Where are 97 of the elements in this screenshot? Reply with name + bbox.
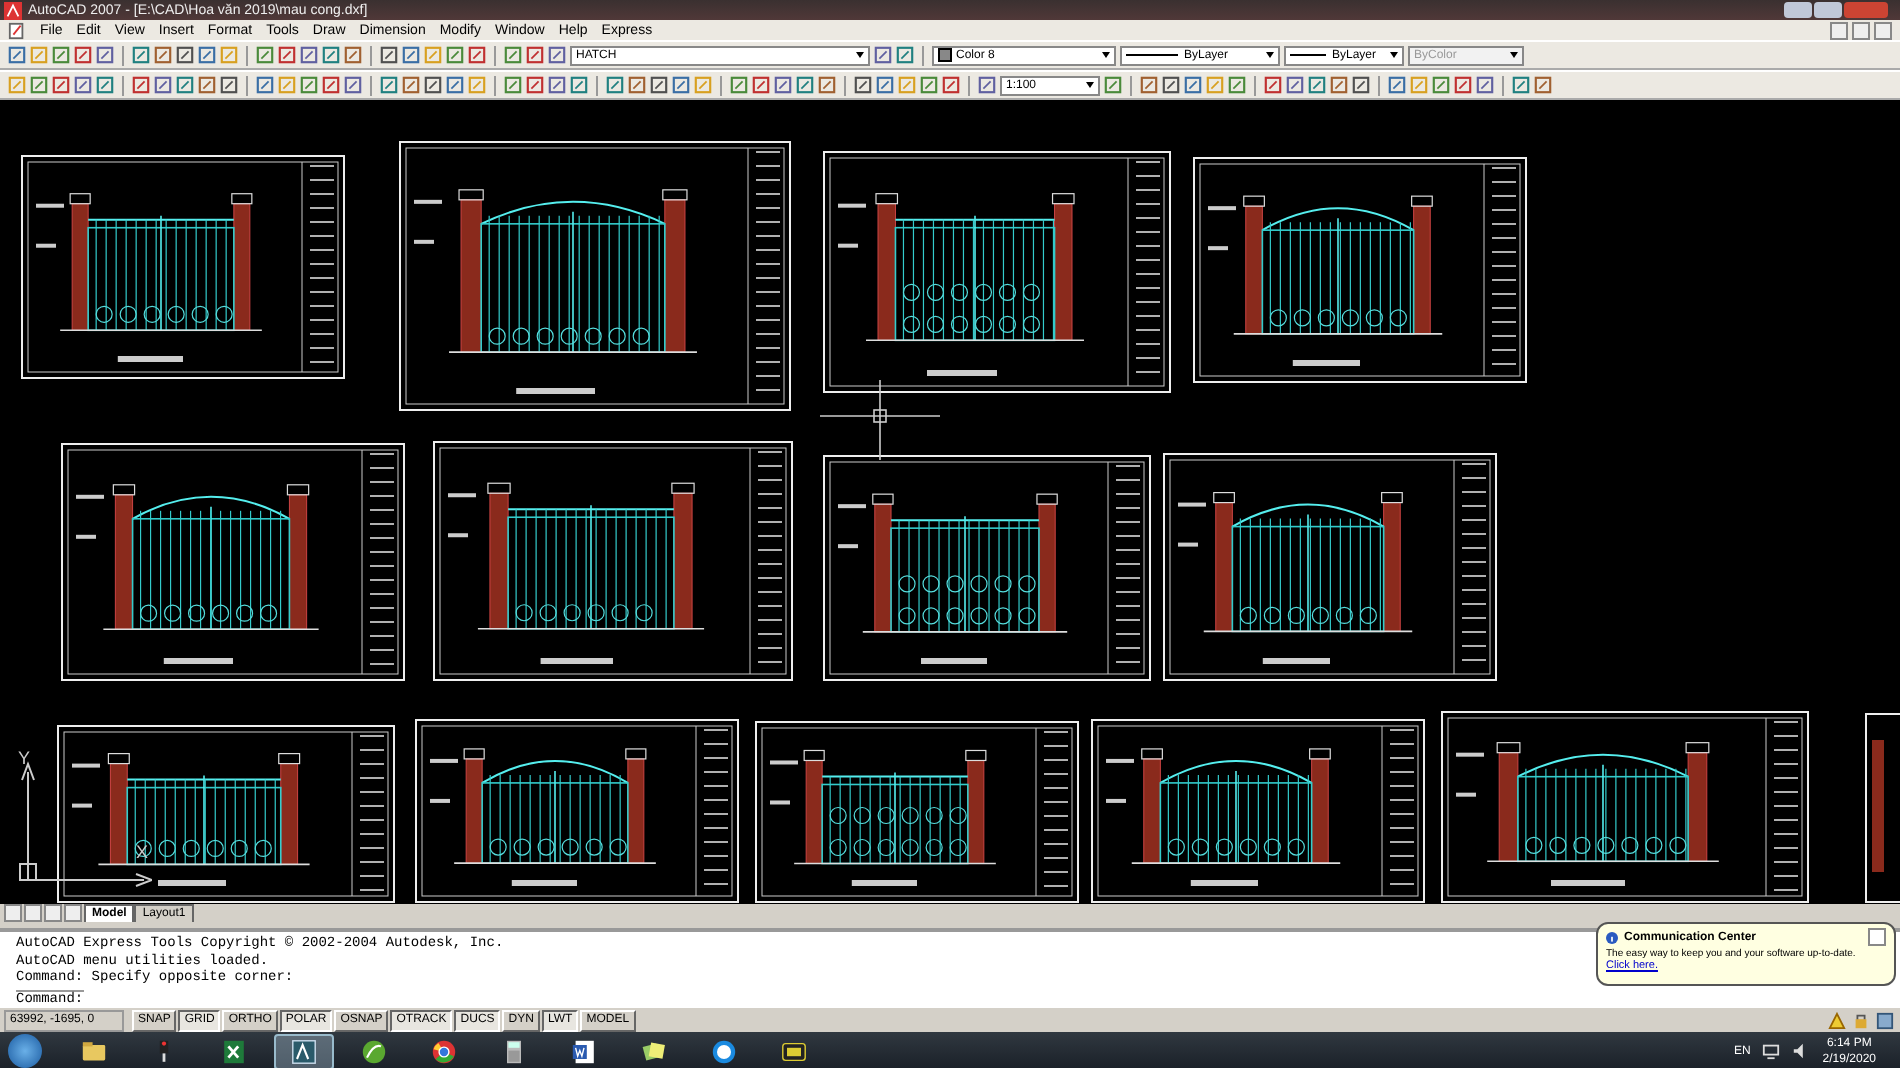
tool-icon[interactable] — [1388, 76, 1406, 94]
taskbar-app-button[interactable] — [274, 1033, 334, 1068]
tool-icon[interactable] — [752, 76, 770, 94]
tool-icon[interactable] — [504, 76, 522, 94]
tool-icon[interactable] — [132, 76, 150, 94]
tool-icon[interactable] — [628, 76, 646, 94]
tool-icon[interactable] — [570, 76, 588, 94]
chat-icon — [710, 1037, 738, 1065]
tool-icon[interactable] — [198, 46, 216, 64]
tool-icon[interactable] — [344, 76, 362, 94]
tool-icon[interactable] — [876, 76, 894, 94]
window-icon[interactable] — [1876, 1011, 1894, 1029]
minimize-button[interactable] — [1830, 21, 1848, 39]
tool-icon[interactable] — [1352, 76, 1370, 94]
cad-app-icon — [290, 1037, 318, 1065]
tool-icon[interactable] — [1104, 76, 1122, 94]
tool-icon[interactable] — [8, 46, 26, 64]
tool-icon[interactable] — [154, 46, 172, 64]
tool-icon[interactable] — [30, 76, 48, 94]
app-icon — [4, 1, 22, 19]
crosshair-cursor — [820, 380, 940, 460]
tool-icon[interactable] — [854, 76, 872, 94]
tool-icon[interactable] — [1162, 76, 1180, 94]
tool-icon[interactable] — [1432, 76, 1450, 94]
tool-icon[interactable] — [322, 76, 340, 94]
tool-icon[interactable] — [978, 76, 996, 94]
tool-icon[interactable] — [74, 46, 92, 64]
tool-icon[interactable] — [1264, 76, 1282, 94]
tool-icon[interactable] — [74, 76, 92, 94]
folder-icon — [80, 1037, 108, 1065]
tool-icon[interactable] — [920, 76, 938, 94]
close-button[interactable] — [1874, 21, 1892, 39]
tool-icon[interactable] — [526, 76, 544, 94]
tool-icon[interactable] — [154, 76, 172, 94]
tool-icon[interactable] — [548, 46, 566, 64]
tool-icon[interactable] — [796, 76, 814, 94]
tool-icon[interactable] — [1330, 76, 1348, 94]
tool-icon[interactable] — [176, 76, 194, 94]
lock-icon[interactable] — [1852, 1011, 1870, 1029]
tool-icon[interactable] — [1534, 76, 1552, 94]
tool-icon[interactable] — [198, 76, 216, 94]
tool-icon[interactable] — [300, 76, 318, 94]
maximize-button[interactable] — [1814, 2, 1842, 18]
browser-icon — [430, 1037, 458, 1065]
tool-icon[interactable] — [278, 46, 296, 64]
info-icon — [1606, 931, 1618, 943]
close-button[interactable] — [1868, 928, 1886, 946]
tool-icon[interactable] — [402, 46, 420, 64]
tool-icon[interactable] — [874, 46, 892, 64]
tool-icon[interactable] — [52, 46, 70, 64]
tool-icon[interactable] — [380, 76, 398, 94]
tool-icon[interactable] — [650, 76, 668, 94]
tool-icon[interactable] — [1512, 76, 1530, 94]
tool-icon[interactable] — [504, 46, 522, 64]
tool-icon[interactable] — [1140, 76, 1158, 94]
tool-icon[interactable] — [1476, 76, 1494, 94]
spreadsheet-icon — [220, 1037, 248, 1065]
restore-button[interactable] — [1852, 21, 1870, 39]
tool-icon[interactable] — [132, 46, 150, 64]
tool-icon[interactable] — [446, 76, 464, 94]
tool-icon[interactable] — [896, 46, 914, 64]
tool-icon[interactable] — [672, 76, 690, 94]
tool-icon[interactable] — [818, 76, 836, 94]
tool-icon[interactable] — [52, 76, 70, 94]
tool-icon[interactable] — [300, 46, 318, 64]
tool-icon[interactable] — [256, 46, 274, 64]
tool-icon[interactable] — [1454, 76, 1472, 94]
notes-icon — [640, 1037, 668, 1065]
tool-icon[interactable] — [402, 76, 420, 94]
axis-label: Y — [18, 748, 31, 768]
network-icon[interactable] — [1762, 1042, 1781, 1060]
document-icon — [570, 1037, 598, 1065]
tool-icon[interactable] — [322, 46, 340, 64]
tool-icon[interactable] — [1228, 76, 1246, 94]
tool-icon[interactable] — [942, 76, 960, 94]
archive-icon — [780, 1037, 808, 1065]
tool-icon[interactable] — [468, 46, 486, 64]
tool-icon[interactable] — [526, 46, 544, 64]
tool-icon[interactable] — [256, 76, 274, 94]
tool-icon[interactable] — [176, 46, 194, 64]
tool-icon[interactable] — [424, 76, 442, 94]
tool-icon[interactable] — [774, 76, 792, 94]
tool-icon[interactable] — [1286, 76, 1304, 94]
tool-icon[interactable] — [606, 76, 624, 94]
start-button[interactable] — [8, 1034, 42, 1068]
tool-icon[interactable] — [380, 46, 398, 64]
tool-icon[interactable] — [730, 76, 748, 94]
tool-icon[interactable] — [96, 46, 114, 64]
tool-icon[interactable] — [344, 46, 362, 64]
tool-icon[interactable] — [548, 76, 566, 94]
tool-icon[interactable] — [1184, 76, 1202, 94]
tool-icon[interactable] — [96, 76, 114, 94]
tool-icon[interactable] — [220, 76, 238, 94]
leaf-icon — [360, 1037, 388, 1065]
tool-icon[interactable] — [446, 46, 464, 64]
minimize-button[interactable] — [1784, 2, 1812, 18]
tool-icon[interactable] — [1308, 76, 1326, 94]
